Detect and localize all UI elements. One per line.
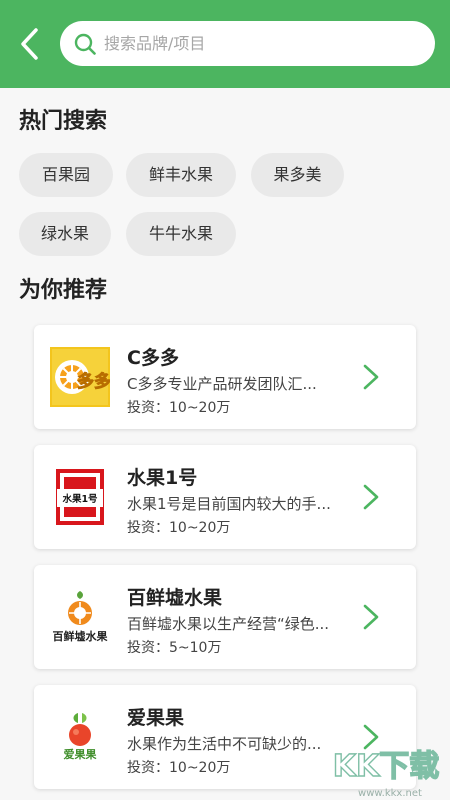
card-description: 水果1号是目前国内较大的手... bbox=[127, 495, 331, 513]
svg-text:百鲜墟水果: 百鲜墟水果 bbox=[53, 629, 108, 643]
card-title: 爱果果 bbox=[127, 707, 185, 729]
search-icon bbox=[74, 33, 96, 55]
tag-lv-shuiguo[interactable]: 绿水果 bbox=[19, 212, 111, 256]
recommend-title: 为你推荐 bbox=[19, 278, 108, 303]
aiguoguo-logo-icon: 爱果果 bbox=[64, 713, 97, 761]
card-title: 水果1号 bbox=[127, 467, 198, 489]
card-description: 百鲜墟水果以生产经营“绿色... bbox=[127, 615, 330, 633]
svg-text:www.kkx.net: www.kkx.net bbox=[358, 788, 422, 799]
chevron-left-icon bbox=[21, 28, 38, 60]
tag-guoduomei[interactable]: 果多美 bbox=[251, 153, 344, 197]
recommend-card-baixianxu[interactable]: 百鲜墟水果 百鲜墟水果 百鲜墟水果以生产经营“绿色... 投资：5~10万 bbox=[34, 565, 416, 669]
tag-baiguoyuan[interactable]: 百果园 bbox=[19, 153, 113, 197]
card-description: 水果作为生活中不可缺少的... bbox=[127, 735, 322, 753]
card-title: C多多 bbox=[127, 347, 179, 369]
hot-search-title: 热门搜索 bbox=[19, 109, 108, 134]
card-investment: 投资：10~20万 bbox=[127, 520, 231, 536]
chevron-right-icon bbox=[363, 364, 379, 390]
baixianxu-logo-icon: 百鲜墟水果 bbox=[53, 591, 108, 643]
kk-download-watermark: KK下载 www.kkx.net bbox=[332, 748, 440, 799]
c-duoduo-logo-icon: 多多 bbox=[50, 347, 110, 407]
recommend-card-c-duoduo[interactable]: 多多 C多多 C多多专业产品研发团队汇... 投资：10~20万 bbox=[34, 325, 416, 429]
card-description: C多多专业产品研发团队汇... bbox=[127, 375, 317, 393]
svg-text:多多: 多多 bbox=[77, 371, 110, 392]
tag-niuniu-shuiguo[interactable]: 牛牛水果 bbox=[126, 212, 236, 256]
search-input[interactable] bbox=[104, 34, 394, 53]
card-investment: 投资：5~10万 bbox=[127, 640, 222, 656]
recommend-card-shuiguo-1hao[interactable]: 水果1号 水果1号 水果1号是目前国内较大的手... 投资：10~20万 bbox=[34, 445, 416, 549]
svg-text:爱果果: 爱果果 bbox=[64, 748, 97, 761]
shuiguo-1hao-logo-icon: 水果1号 bbox=[56, 469, 104, 525]
svg-text:KK下载: KK下载 bbox=[333, 749, 440, 784]
tag-xianfeng-shuiguo[interactable]: 鲜丰水果 bbox=[126, 153, 236, 197]
card-title: 百鲜墟水果 bbox=[127, 587, 223, 609]
search-box[interactable] bbox=[60, 21, 435, 66]
top-bar bbox=[0, 0, 450, 88]
chevron-right-icon bbox=[363, 484, 379, 510]
card-investment: 投资：10~20万 bbox=[127, 400, 231, 416]
back-button[interactable] bbox=[14, 26, 44, 62]
chevron-right-icon bbox=[363, 604, 379, 630]
svg-text:水果1号: 水果1号 bbox=[62, 493, 98, 505]
card-investment: 投资：10~20万 bbox=[127, 760, 231, 776]
